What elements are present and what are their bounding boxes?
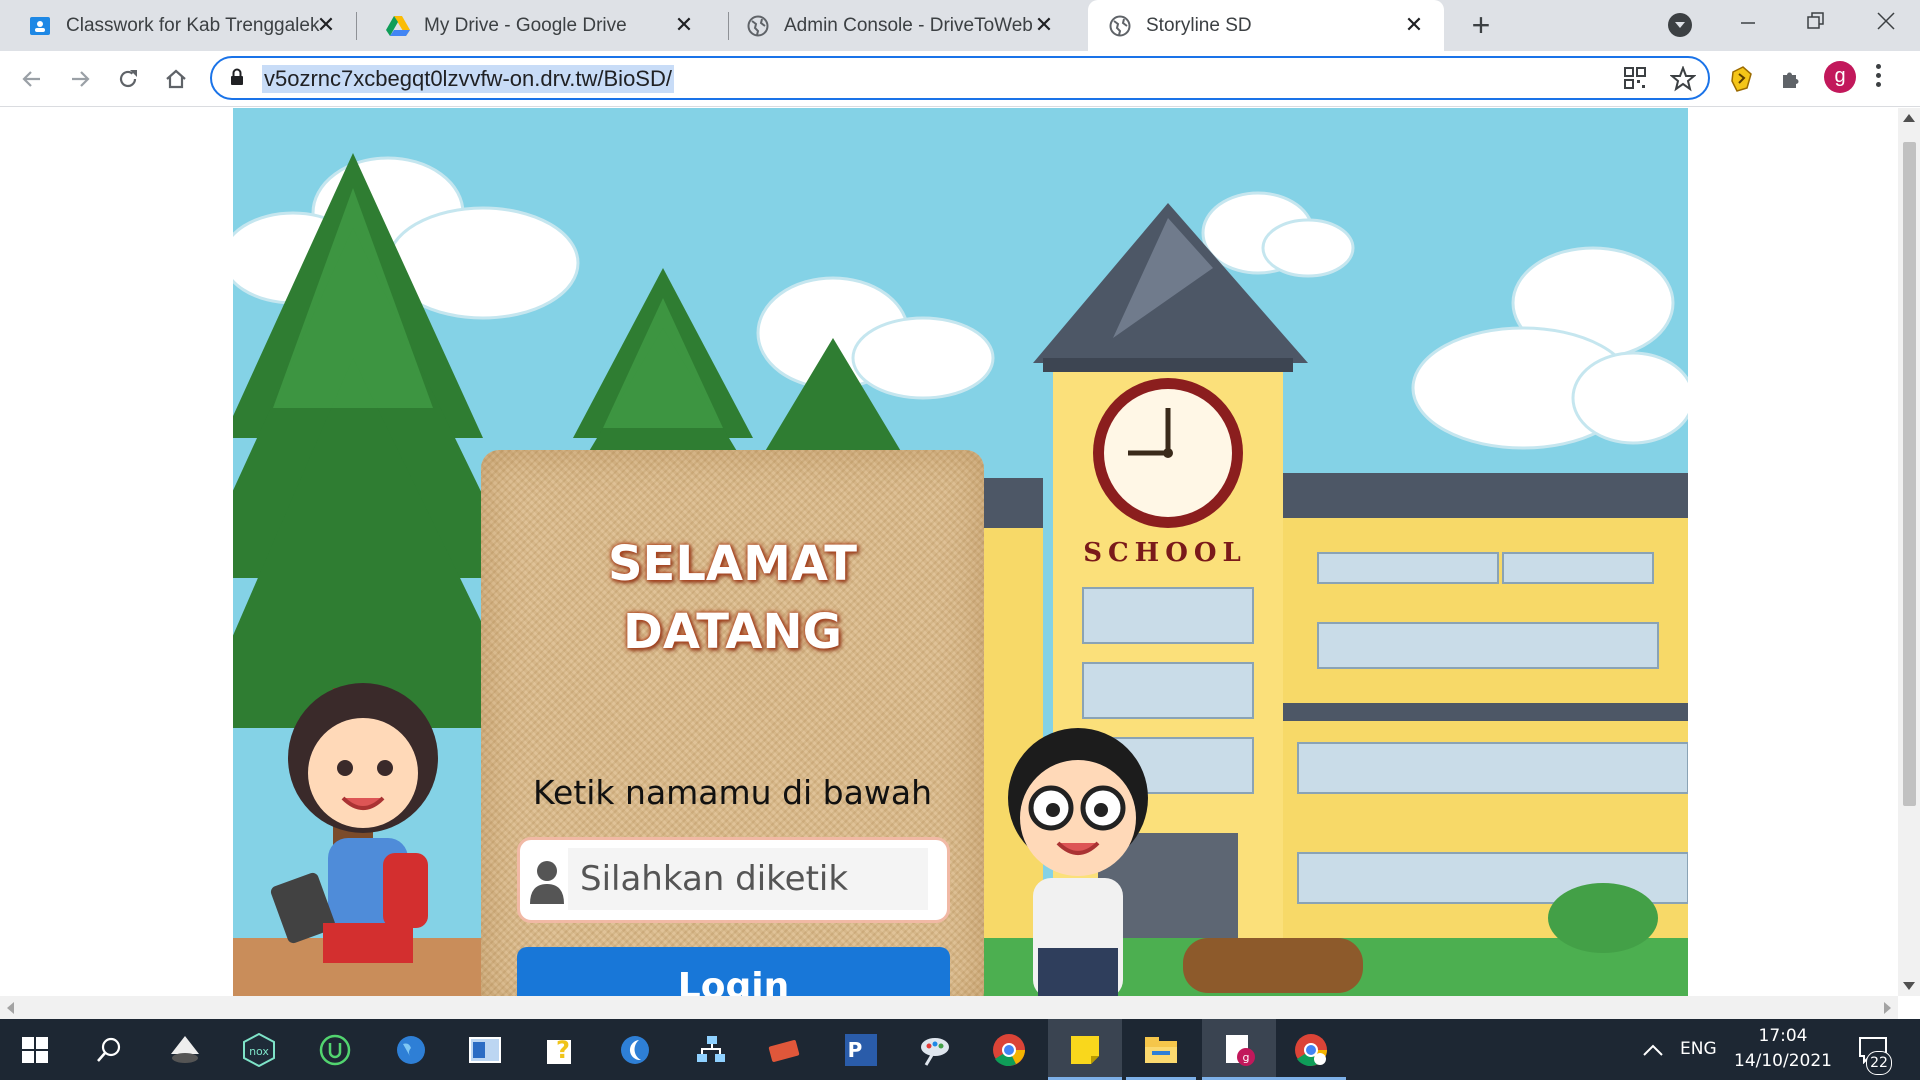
clock-date[interactable]: 14/10/2021 [1730, 1051, 1836, 1071]
url-text[interactable]: v5ozrnc7xcbegqt0lzvvfw-on.drv.tw/BioSD/ [262, 65, 674, 93]
scroll-down-arrow[interactable] [1903, 982, 1915, 990]
windows-start-icon[interactable] [14, 1029, 56, 1071]
google-drive-icon [386, 14, 410, 38]
extension-icon[interactable] [1726, 64, 1756, 94]
chrome-google-icon[interactable] [1290, 1029, 1332, 1071]
windows-taskbar: nox ? P g ENG 17:04 14/10/2021 22 [0, 1019, 1920, 1080]
network-app-icon[interactable] [690, 1029, 732, 1071]
scroll-left-arrow[interactable] [7, 1002, 14, 1014]
nox-player-icon[interactable]: nox [238, 1029, 280, 1071]
sticky-notes-icon[interactable] [1064, 1029, 1106, 1071]
storyline-stage: SCHOOL SELAMAT DATANG Ketik namamu di ba… [233, 108, 1688, 996]
tab-separator [356, 12, 357, 40]
close-tab-icon[interactable]: ✕ [672, 13, 696, 37]
name-field-container [517, 837, 950, 923]
tab-title: My Drive - Google Drive [424, 14, 627, 36]
scroll-up-arrow[interactable] [1903, 114, 1915, 122]
tab-title: Admin Console - DriveToWeb [784, 14, 1033, 36]
bookmark-star-icon[interactable] [1669, 65, 1697, 92]
chrome-icon[interactable] [988, 1029, 1030, 1071]
globe-app-icon[interactable] [390, 1029, 432, 1071]
svg-text:?: ? [556, 1036, 570, 1064]
tab-admin-console[interactable]: Admin Console - DriveToWeb ✕ [718, 0, 1074, 51]
language-indicator[interactable]: ENG [1680, 1039, 1717, 1059]
vertical-scrollbar[interactable] [1898, 108, 1920, 996]
welcome-line-2: DATANG [623, 604, 842, 660]
home-button[interactable] [160, 63, 192, 95]
file-explorer-icon[interactable] [1140, 1029, 1182, 1071]
address-bar[interactable]: v5ozrnc7xcbegqt0lzvvfw-on.drv.tw/BioSD/ [210, 56, 1710, 100]
welcome-heading: SELAMAT DATANG [481, 530, 984, 666]
reload-button[interactable] [112, 63, 144, 95]
school-sign: SCHOOL [1083, 538, 1247, 568]
minimize-button[interactable] [1728, 8, 1768, 38]
browser-toolbar: v5ozrnc7xcbegqt0lzvvfw-on.drv.tw/BioSD/ [0, 51, 1920, 107]
svg-text:nox: nox [249, 1045, 269, 1058]
u-app-icon[interactable] [314, 1029, 356, 1071]
forward-button[interactable] [64, 63, 96, 95]
paint-app-icon[interactable] [914, 1029, 956, 1071]
tab-search-button[interactable] [1668, 13, 1692, 37]
svg-text:P: P [848, 1038, 863, 1062]
tab-classwork[interactable]: Classwork for Kab Trenggalek: Pe ✕ [0, 0, 356, 51]
name-input[interactable] [568, 848, 928, 910]
book-app-icon[interactable] [764, 1029, 806, 1071]
scroll-right-arrow[interactable] [1884, 1002, 1891, 1014]
puzzle-icon[interactable] [1776, 64, 1806, 94]
welcome-line-1: SELAMAT [607, 536, 858, 592]
horizontal-scrollbar[interactable] [0, 996, 1898, 1019]
project-app-icon[interactable]: P [840, 1029, 882, 1071]
help-icon[interactable]: ? [540, 1029, 582, 1071]
inkscape-icon[interactable] [164, 1029, 206, 1071]
tab-my-drive[interactable]: My Drive - Google Drive ✕ [358, 0, 714, 51]
tab-title: Storyline SD [1146, 14, 1252, 36]
chrome-menu-icon[interactable] [1876, 64, 1882, 91]
qr-code-icon[interactable] [1623, 66, 1649, 92]
scrollbar-thumb[interactable] [1903, 142, 1916, 806]
restore-button[interactable] [1796, 8, 1836, 38]
login-panel: SELAMAT DATANG Ketik namamu di bawah Log… [481, 450, 984, 996]
search-icon[interactable] [88, 1029, 130, 1071]
close-tab-icon[interactable]: ✕ [1032, 13, 1056, 37]
svg-text:g: g [1243, 1051, 1250, 1064]
profile-avatar[interactable]: g [1824, 61, 1856, 93]
google-classroom-icon [28, 14, 52, 38]
tab-strip: Classwork for Kab Trenggalek: Pe ✕ My Dr… [0, 0, 1920, 51]
lock-icon[interactable] [230, 68, 244, 91]
new-tab-button[interactable]: + [1465, 9, 1497, 42]
chrome-profile-icon[interactable]: g [1218, 1029, 1260, 1071]
close-tab-icon[interactable]: ✕ [314, 13, 338, 37]
login-button[interactable]: Login [517, 947, 950, 996]
page-viewport: SCHOOL SELAMAT DATANG Ketik namamu di ba… [0, 108, 1898, 996]
close-tab-icon[interactable]: ✕ [1402, 13, 1426, 37]
tab-title: Classwork for Kab Trenggalek: Pe [66, 14, 321, 36]
tab-storyline-sd[interactable]: Storyline SD ✕ [1088, 0, 1444, 51]
globe-icon [1108, 14, 1132, 38]
moon-app-icon[interactable] [614, 1029, 656, 1071]
notification-badge: 22 [1866, 1051, 1892, 1075]
name-prompt: Ketik namamu di bawah [533, 773, 932, 812]
globe-icon [746, 14, 770, 38]
close-window-button[interactable] [1866, 8, 1906, 38]
user-icon [530, 858, 564, 909]
window-app-icon[interactable] [464, 1029, 506, 1071]
tray-chevron-up-icon[interactable] [1632, 1029, 1674, 1071]
back-button[interactable] [16, 63, 48, 95]
clock-time[interactable]: 17:04 [1730, 1026, 1836, 1046]
